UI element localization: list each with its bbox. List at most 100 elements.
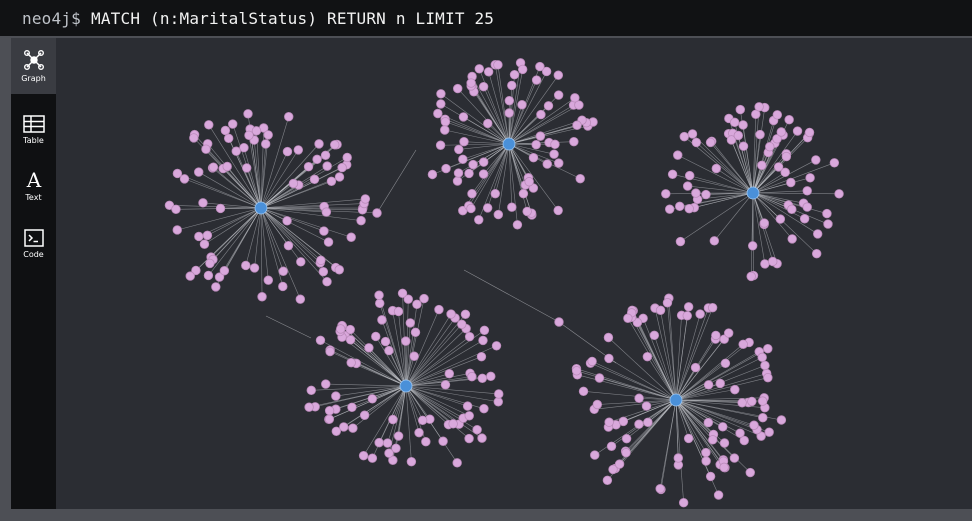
person-node[interactable]: [284, 112, 294, 122]
person-node[interactable]: [337, 162, 347, 173]
person-node[interactable]: [288, 178, 299, 189]
person-node[interactable]: [606, 441, 617, 451]
person-node[interactable]: [507, 80, 517, 91]
person-node[interactable]: [421, 437, 431, 447]
person-node[interactable]: [198, 198, 208, 208]
person-node[interactable]: [479, 325, 490, 336]
person-node[interactable]: [493, 60, 503, 70]
person-node[interactable]: [464, 331, 475, 342]
person-node[interactable]: [623, 313, 633, 323]
person-node[interactable]: [655, 305, 666, 315]
person-node[interactable]: [462, 401, 473, 411]
person-node[interactable]: [512, 220, 523, 230]
person-node[interactable]: [549, 149, 559, 159]
person-node[interactable]: [414, 427, 424, 438]
relationship-edge[interactable]: [675, 348, 768, 401]
person-node[interactable]: [478, 335, 488, 346]
person-node[interactable]: [684, 170, 695, 181]
person-node[interactable]: [371, 331, 381, 342]
person-node[interactable]: [249, 263, 260, 273]
person-node[interactable]: [322, 161, 332, 171]
status-node[interactable]: [254, 201, 268, 215]
person-node[interactable]: [729, 117, 740, 128]
person-node[interactable]: [738, 339, 748, 349]
person-node[interactable]: [799, 214, 810, 224]
person-node[interactable]: [231, 146, 241, 156]
person-node[interactable]: [364, 343, 374, 353]
person-node[interactable]: [518, 188, 529, 199]
person-node[interactable]: [384, 448, 394, 458]
relationship-edge[interactable]: [752, 192, 840, 195]
person-node[interactable]: [621, 433, 632, 444]
relationship-edge[interactable]: [752, 192, 808, 208]
person-node[interactable]: [802, 186, 812, 196]
person-node[interactable]: [823, 219, 833, 229]
person-node[interactable]: [524, 177, 534, 187]
person-node[interactable]: [331, 426, 342, 436]
person-node[interactable]: [452, 458, 462, 468]
person-node[interactable]: [479, 403, 489, 414]
relationship-edge[interactable]: [494, 143, 510, 194]
person-node[interactable]: [784, 114, 794, 125]
person-node[interactable]: [243, 109, 253, 119]
person-node[interactable]: [215, 203, 226, 214]
person-node[interactable]: [406, 456, 417, 467]
person-node[interactable]: [822, 208, 832, 219]
person-node[interactable]: [312, 154, 322, 165]
person-node[interactable]: [695, 309, 705, 319]
person-node[interactable]: [649, 330, 660, 341]
person-node[interactable]: [757, 396, 768, 406]
relationship-edge[interactable]: [325, 383, 407, 387]
person-node[interactable]: [604, 353, 614, 364]
person-node[interactable]: [309, 174, 320, 185]
person-node[interactable]: [478, 157, 489, 167]
person-node[interactable]: [757, 160, 767, 171]
person-node[interactable]: [730, 384, 740, 395]
sidebar-item-text[interactable]: A Text: [11, 158, 56, 214]
graph-visualization[interactable]: [56, 38, 972, 509]
person-node[interactable]: [711, 330, 721, 341]
person-node[interactable]: [553, 90, 564, 100]
person-node[interactable]: [367, 394, 378, 404]
person-node[interactable]: [570, 93, 580, 103]
person-node[interactable]: [397, 288, 408, 298]
person-node[interactable]: [759, 218, 769, 228]
person-node[interactable]: [222, 161, 232, 172]
sidebar-item-graph[interactable]: Graph: [11, 38, 56, 94]
person-node[interactable]: [701, 456, 711, 466]
person-node[interactable]: [542, 159, 552, 169]
person-node[interactable]: [410, 327, 421, 338]
person-node[interactable]: [263, 130, 273, 140]
person-node[interactable]: [531, 139, 541, 150]
person-node[interactable]: [241, 260, 251, 271]
person-node[interactable]: [318, 266, 329, 277]
person-node[interactable]: [393, 431, 404, 441]
person-node[interactable]: [419, 293, 429, 304]
person-node[interactable]: [745, 467, 755, 478]
person-node[interactable]: [204, 120, 214, 130]
person-node[interactable]: [239, 143, 249, 153]
person-node[interactable]: [701, 189, 711, 200]
relationship-edge[interactable]: [376, 149, 417, 214]
person-node[interactable]: [675, 236, 686, 247]
person-node[interactable]: [662, 298, 673, 308]
person-node[interactable]: [203, 270, 214, 281]
sidebar-item-table[interactable]: Table: [11, 102, 56, 158]
relationship-edge[interactable]: [405, 385, 412, 462]
person-node[interactable]: [719, 462, 729, 473]
person-node[interactable]: [737, 398, 747, 408]
person-node[interactable]: [707, 302, 718, 313]
person-node[interactable]: [472, 425, 482, 435]
person-node[interactable]: [683, 433, 694, 444]
person-node[interactable]: [348, 423, 358, 433]
person-node[interactable]: [493, 397, 503, 407]
person-node[interactable]: [765, 141, 775, 152]
person-node[interactable]: [738, 120, 748, 130]
relationship-edge[interactable]: [714, 192, 754, 242]
person-node[interactable]: [522, 206, 532, 217]
person-node[interactable]: [543, 101, 554, 111]
person-node[interactable]: [171, 204, 181, 214]
person-node[interactable]: [375, 298, 385, 309]
person-node[interactable]: [711, 163, 722, 174]
person-node[interactable]: [476, 351, 487, 362]
